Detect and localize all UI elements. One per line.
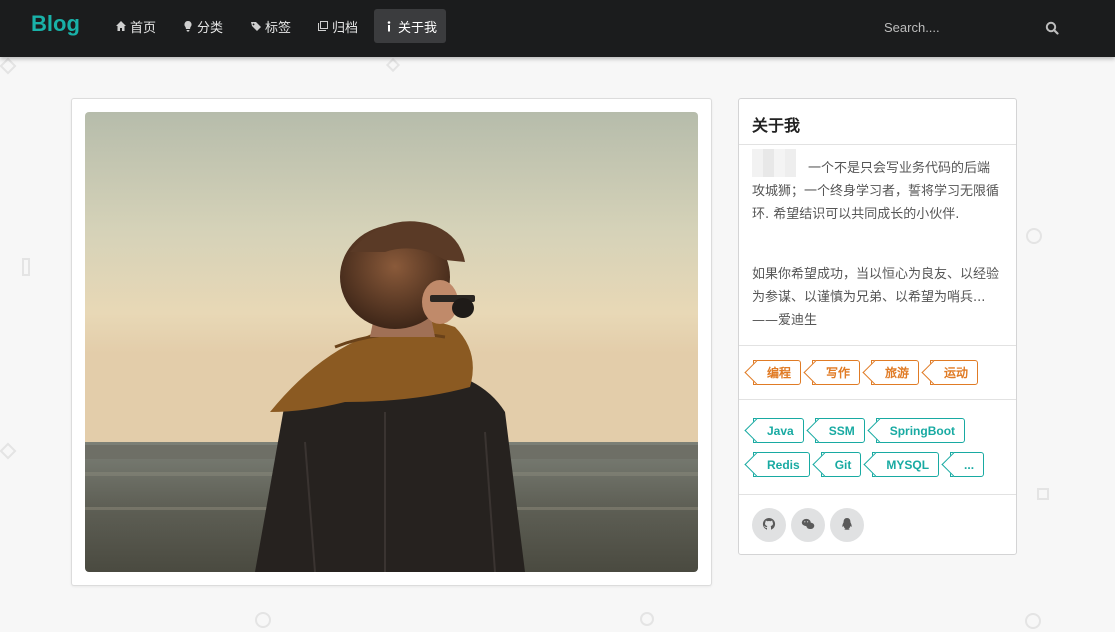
tag-skill[interactable]: Redis — [753, 452, 810, 477]
qq-button[interactable] — [830, 508, 864, 542]
nav-item-archive[interactable]: 归档 — [308, 9, 367, 43]
nav-item-label: 标签 — [265, 20, 292, 36]
social-links — [752, 508, 864, 542]
wechat-button[interactable] — [791, 508, 825, 542]
clone-icon — [317, 20, 329, 32]
tag-skill[interactable]: Java — [753, 418, 804, 443]
info-icon — [383, 20, 395, 32]
home-icon — [115, 20, 127, 32]
tag-interest[interactable]: 编程 — [753, 360, 802, 385]
github-icon — [762, 516, 776, 535]
tag-interest[interactable]: 旅游 — [871, 360, 920, 385]
tag-interest[interactable]: 写作 — [812, 360, 861, 385]
top-navbar: Blog 首页 分类 标签 归档 关于我 — [0, 0, 1115, 57]
nav-item-label: 归档 — [332, 20, 359, 36]
skill-tags: Java SSM SpringBoot Redis Git MYSQL ... — [753, 418, 1003, 477]
about-title: 关于我 — [752, 116, 801, 135]
nav-item-home[interactable]: 首页 — [106, 9, 165, 43]
tag-interest[interactable]: 运动 — [930, 360, 979, 385]
nav-item-about[interactable]: 关于我 — [374, 9, 446, 43]
github-button[interactable] — [752, 508, 786, 542]
nav-item-label: 首页 — [130, 20, 157, 36]
profile-photo — [85, 112, 698, 572]
tag-skill[interactable]: SpringBoot — [875, 418, 966, 443]
photo-card — [71, 98, 712, 586]
nav-item-tags[interactable]: 标签 — [241, 9, 300, 43]
quote-text: 如果你希望成功，当以恒心为良友、以经验为参谋、以谨慎为兄弟、以希望为哨兵...—… — [752, 267, 1000, 328]
interest-tags: 编程 写作 旅游 运动 — [753, 360, 1003, 385]
brand-logo[interactable]: Blog — [31, 11, 80, 37]
lightbulb-icon — [182, 20, 194, 32]
wechat-icon — [801, 516, 815, 535]
nav-item-label: 关于我 — [398, 20, 438, 36]
search-icon[interactable] — [1045, 20, 1059, 35]
qq-icon — [840, 516, 854, 535]
search-input[interactable] — [884, 14, 1034, 40]
about-me-panel: 关于我 一个不是只会写业务代码的后端攻城狮；一个终身学习者，誓将学习无限循环. … — [738, 98, 1017, 555]
nav-item-label: 分类 — [197, 20, 224, 36]
tag-skill[interactable]: MYSQL — [872, 452, 940, 477]
tags-icon — [250, 20, 262, 32]
bio-text: 一个不是只会写业务代码的后端攻城狮；一个终身学习者，誓将学习无限循环. 希望结识… — [752, 161, 1000, 222]
tag-skill[interactable]: Git — [820, 452, 862, 477]
tag-skill[interactable]: ... — [950, 452, 985, 477]
tag-skill[interactable]: SSM — [814, 418, 865, 443]
nav-item-categories[interactable]: 分类 — [173, 9, 232, 43]
